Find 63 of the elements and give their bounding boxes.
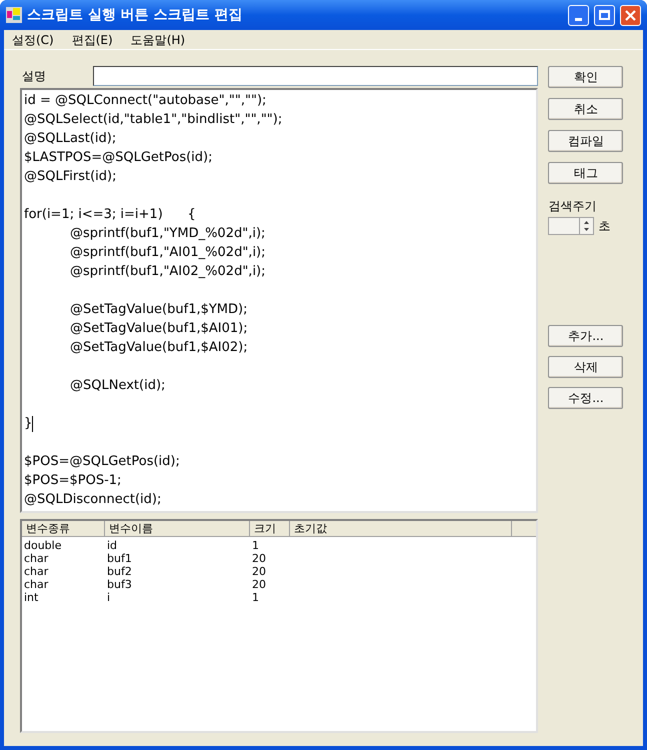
table-row[interactable]: int i 1 xyxy=(22,591,536,604)
close-button[interactable] xyxy=(620,4,641,26)
code-line: $POS=@SQLGetPos(id); xyxy=(24,454,180,469)
code-line: @sprintf(buf1,"AI02_%02d",i); xyxy=(70,264,266,279)
dialog-button[interactable]: 컴파일 xyxy=(548,130,624,152)
app-icon xyxy=(6,7,22,23)
dialog-button[interactable]: 확인 xyxy=(548,66,624,88)
text-cursor xyxy=(32,416,34,432)
code-line: @SetTagValue(buf1,$YMD); xyxy=(70,302,248,317)
table-cell: char xyxy=(24,552,48,565)
table-row[interactable]: double id 1 xyxy=(22,539,536,552)
table-cell: buf1 xyxy=(107,552,132,565)
maximize-button[interactable] xyxy=(594,4,615,26)
column-header[interactable]: 초기값 xyxy=(290,521,512,537)
code-line: @SetTagValue(buf1,$AI02); xyxy=(70,340,248,355)
close-icon xyxy=(625,10,636,20)
dialog-button[interactable]: 삭제 xyxy=(548,356,624,378)
code-line: $LASTPOS=@SQLGetPos(id); xyxy=(24,150,212,165)
table-cell: 20 xyxy=(252,552,266,565)
table-row[interactable]: char buf3 20 xyxy=(22,578,536,591)
table-row[interactable]: char buf1 20 xyxy=(22,552,536,565)
dialog-button[interactable]: 추가... xyxy=(548,325,624,347)
code-line: @SQLLast(id); xyxy=(24,131,116,146)
code-line: @SQLNext(id); xyxy=(70,378,166,393)
code-line: @SQLSelect(id,"table1","bindlist","",""); xyxy=(24,112,282,127)
dialog-button[interactable]: 수정... xyxy=(548,387,624,409)
unit-label: 초 xyxy=(598,218,610,235)
code-line: @sprintf(buf1,"AI01_%02d",i); xyxy=(70,245,266,260)
table-cell: 20 xyxy=(252,565,266,578)
table-cell: int xyxy=(24,591,38,604)
description-label: 설명 xyxy=(21,68,47,85)
table-cell: buf3 xyxy=(107,578,132,591)
menu-item[interactable]: 설정(C) xyxy=(12,30,54,48)
table-cell: char xyxy=(24,565,48,578)
table-cell: 20 xyxy=(252,578,266,591)
table-cell: buf2 xyxy=(107,565,132,578)
table-cell: 1 xyxy=(252,591,259,604)
code-line: @SQLDisconnect(id); xyxy=(24,492,162,507)
code-line: $POS=$POS-1; xyxy=(24,473,122,488)
dialog-button[interactable]: 태그 xyxy=(548,162,624,184)
code-line: } xyxy=(24,415,32,433)
window-title: 스크립트 실행 버튼 스크립트 편집 xyxy=(27,6,244,24)
code-line: @SQLFirst(id); xyxy=(24,169,116,184)
column-header[interactable]: 크기 xyxy=(250,521,290,537)
code-line: for(i=1; i<=3; i=i+1) { xyxy=(24,207,196,222)
table-cell: double xyxy=(24,539,62,552)
code-editor[interactable] xyxy=(20,88,538,513)
table-row[interactable]: char buf2 20 xyxy=(22,565,536,578)
code-line: @SetTagValue(buf1,$AI01); xyxy=(70,321,248,336)
table-cell: id xyxy=(107,539,118,552)
code-line: id = @SQLConnect("autobase","",""); xyxy=(24,93,266,108)
minimize-button[interactable] xyxy=(568,4,589,26)
description-field[interactable] xyxy=(93,66,538,86)
interval-label: 검색주기 xyxy=(548,198,598,215)
column-header[interactable]: 변수이름 xyxy=(105,521,250,537)
code-line: @sprintf(buf1,"YMD_%02d",i); xyxy=(70,226,266,241)
column-header[interactable]: 변수종류 xyxy=(22,521,105,537)
table-cell: char xyxy=(24,578,48,591)
menu-item[interactable]: 도움말(H) xyxy=(130,30,186,48)
dialog-button[interactable]: 취소 xyxy=(548,98,624,120)
menu-item[interactable]: 편집(E) xyxy=(72,30,113,48)
table-cell: i xyxy=(107,591,110,604)
table-cell: 1 xyxy=(252,539,259,552)
